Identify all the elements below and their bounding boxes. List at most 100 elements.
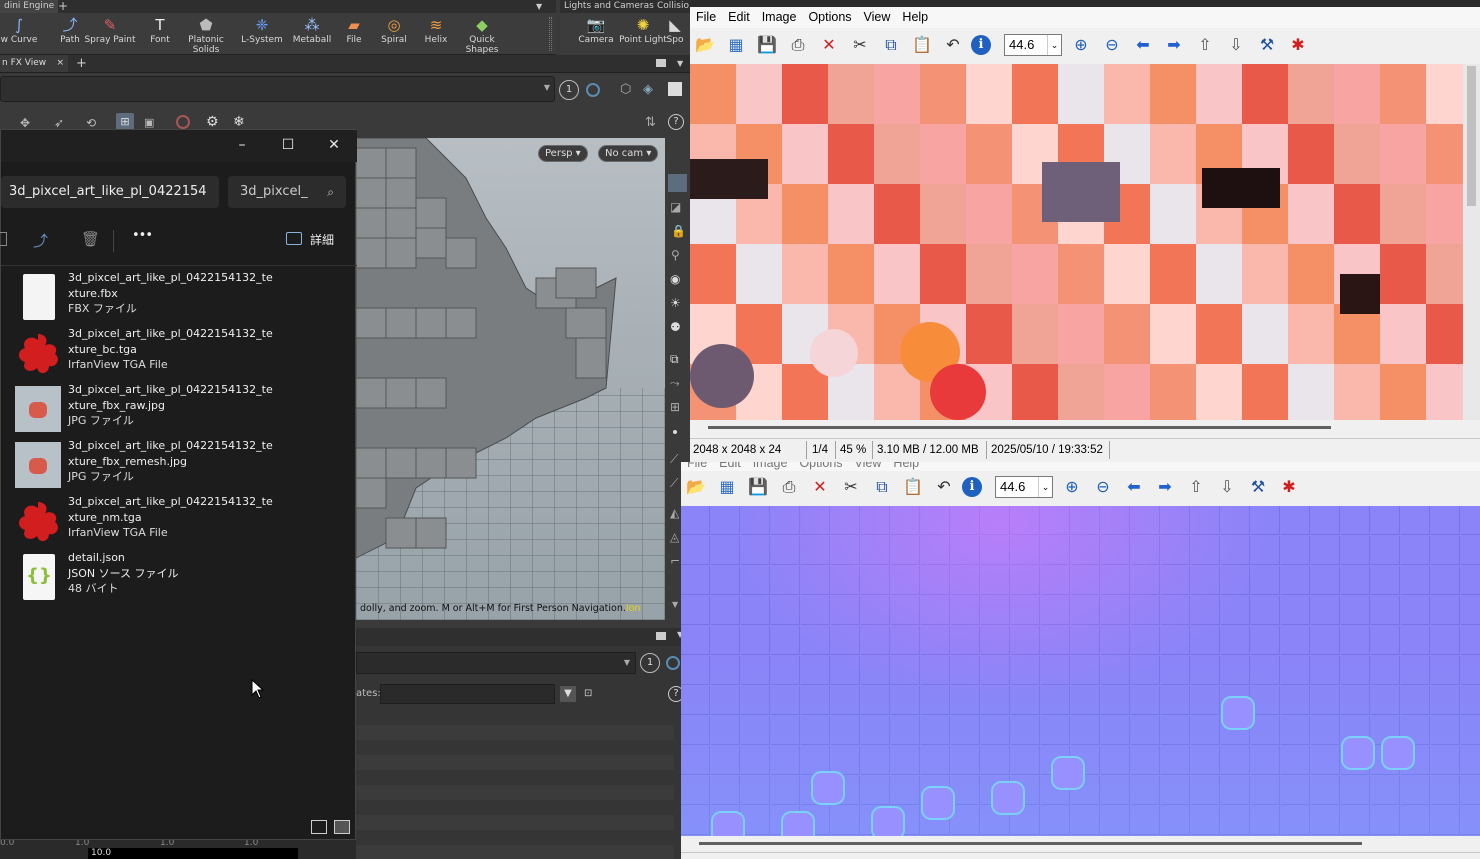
lower-pane-maximize-icon[interactable] — [656, 632, 666, 640]
background-icon[interactable] — [668, 82, 682, 96]
pose-tool-icon[interactable]: ▣ — [144, 116, 154, 129]
camera-side-icon[interactable]: ⚉ — [670, 320, 681, 334]
orient-icon[interactable]: ⤳ — [670, 376, 680, 391]
filter-input[interactable] — [380, 684, 555, 704]
menu-edit[interactable]: Edit — [722, 7, 756, 28]
scroll-down-icon[interactable]: ▼ — [672, 600, 678, 609]
snap-side-icon[interactable]: ⧉ — [670, 352, 679, 367]
snapshot-icon[interactable]: ❄ — [233, 114, 245, 130]
filter-icon[interactable]: ▼ — [560, 686, 576, 702]
list-item[interactable]: 3d_pixcel_art_like_pl_0422154132_te xture… — [11, 494, 351, 550]
tab-fx-view[interactable]: n FX View × — [0, 55, 68, 72]
zoom-in-icon[interactable]: ⊕ — [1059, 475, 1085, 499]
base-color-texture[interactable] — [690, 64, 1463, 420]
prim-icon[interactable]: ◭ — [670, 506, 679, 520]
close-tab-icon[interactable]: × — [56, 55, 64, 72]
search-input[interactable]: 3d_pixcel_ ⌕ — [228, 176, 346, 208]
settings-icon[interactable]: ⚒ — [1254, 33, 1280, 57]
print-icon[interactable]: ⎙ — [785, 33, 811, 57]
point-icon[interactable] — [673, 430, 677, 434]
cut-icon[interactable]: ✂ — [847, 33, 873, 57]
list-item[interactable]: 3d_pixcel_art_like_pl_0422154132_te xture… — [11, 382, 351, 438]
normal-icon[interactable]: ⌐ — [670, 554, 680, 568]
horizontal-scrollbar[interactable] — [690, 420, 1480, 436]
timeline-bar[interactable]: 0.0 1.0 1.0 1.0 10.0 — [0, 838, 356, 859]
paste-icon[interactable]: 📋 — [909, 33, 935, 57]
parameter-list[interactable] — [356, 710, 674, 859]
search-icon[interactable]: ⌕ — [327, 176, 334, 208]
3d-viewport[interactable]: Persp ▾ No cam ▾ dolly, and zoom. M or A… — [356, 138, 665, 620]
menu-view[interactable]: View — [849, 462, 888, 469]
save-icon[interactable]: 💾 — [745, 475, 771, 499]
display-icon[interactable]: ◉ — [670, 272, 680, 286]
first-page-icon[interactable]: ⇧ — [1192, 33, 1218, 57]
shelf-menu-arrow-icon[interactable]: ▼ — [536, 0, 550, 13]
delete-icon[interactable]: ✕ — [816, 33, 842, 57]
lower-path-bar[interactable]: ▼ — [356, 652, 636, 674]
shelf-tab-collisions[interactable]: Collisio — [657, 0, 689, 13]
zoom-select[interactable]: 44.6 ⌄ — [995, 476, 1053, 498]
list-item[interactable]: 3d_pixcel_art_like_pl_0422154132_te xture… — [11, 270, 351, 326]
tile-view-icon[interactable] — [334, 820, 350, 834]
menu-edit[interactable]: Edit — [713, 462, 747, 469]
pane-maximize-icon[interactable] — [656, 59, 666, 67]
viewport-layout-1-icon[interactable]: 1 — [559, 80, 579, 100]
grid-icon[interactable]: ⊞ — [670, 400, 680, 414]
display-list-icon[interactable]: ⇅ — [645, 115, 656, 130]
details-label[interactable]: 詳細 — [310, 231, 334, 248]
path-dropdown-icon[interactable]: ▼ — [544, 83, 550, 92]
menu-help[interactable]: Help — [887, 462, 925, 469]
zoom-in-icon[interactable]: ⊕ — [1068, 33, 1094, 57]
next-icon[interactable]: ➡ — [1161, 33, 1187, 57]
maximize-icon[interactable]: ☐ — [265, 134, 311, 156]
quick-shapes-tool[interactable]: ◆ Quick Shapes — [452, 15, 512, 55]
paste-icon[interactable]: 📋 — [900, 475, 926, 499]
view-tool-icon[interactable] — [668, 174, 687, 192]
normal-map-texture[interactable] — [681, 506, 1480, 836]
cut-icon[interactable]: ✂ — [838, 475, 864, 499]
filter-option-icon[interactable]: ⊡ — [584, 688, 592, 699]
address-bar[interactable]: 3d_pixcel_art_like_pl_0422154 — [1, 176, 219, 208]
shelf-gear-icon[interactable]: ⚙ — [206, 114, 219, 130]
spot-light-tool[interactable]: ◣ Spo — [660, 15, 690, 53]
shelf-tab-houdini-engine[interactable]: dini Engine — [0, 0, 59, 13]
delete-icon[interactable]: 🗑 — [81, 230, 100, 248]
viewport-path-bar[interactable]: ▼ — [0, 76, 555, 102]
details-pane-icon[interactable] — [286, 232, 302, 245]
w-curve-tool[interactable]: ∫ w Curve — [0, 15, 38, 53]
select-tool-icon[interactable]: ✥ — [20, 116, 30, 130]
open-icon[interactable]: 📂 — [683, 475, 709, 499]
light-icon[interactable]: ☀ — [670, 296, 681, 310]
menu-view[interactable]: View — [858, 7, 897, 28]
save-icon[interactable]: 💾 — [754, 33, 780, 57]
snap-icon[interactable] — [586, 83, 600, 97]
platonic-solids-tool[interactable]: ⬟ Platonic Solids — [176, 15, 236, 55]
lower-snap-icon[interactable] — [666, 656, 680, 670]
camera-menu[interactable]: No cam ▾ — [598, 145, 659, 162]
menu-image[interactable]: Image — [747, 462, 794, 469]
vertical-scrollbar[interactable] — [1463, 64, 1480, 420]
add-shelf-tab-icon[interactable]: + — [58, 0, 72, 13]
link-icon[interactable]: ⚲ — [671, 248, 680, 262]
irfanview-logo-icon[interactable]: ✱ — [1276, 475, 1302, 499]
rename-icon[interactable] — [0, 232, 7, 246]
zoom-select[interactable]: 44.6 ⌄ — [1004, 34, 1062, 56]
horizontal-scrollbar-bottom[interactable] — [681, 836, 1480, 852]
copy-icon[interactable]: ⧉ — [878, 33, 904, 57]
pane-menu-arrow-icon[interactable]: ▼ — [677, 55, 683, 72]
first-page-icon[interactable]: ⇧ — [1183, 475, 1209, 499]
menu-file[interactable]: File — [681, 462, 713, 469]
zoom-out-icon[interactable]: ⊖ — [1090, 475, 1116, 499]
copy-icon[interactable]: ⧉ — [869, 475, 895, 499]
add-pane-tab-icon[interactable]: + — [76, 55, 87, 72]
share-icon[interactable]: ⤴ — [33, 230, 48, 251]
minimize-icon[interactable]: – — [219, 134, 265, 156]
undo-icon[interactable]: ↶ — [931, 475, 957, 499]
shelf-tab-lights-cameras[interactable]: Lights and Cameras — [564, 0, 654, 13]
next-icon[interactable]: ➡ — [1152, 475, 1178, 499]
thumbnails-icon[interactable]: ▦ — [723, 33, 749, 57]
persp-menu[interactable]: Persp ▾ — [538, 145, 588, 162]
menu-file[interactable]: File — [690, 7, 722, 28]
prev-icon[interactable]: ⬅ — [1121, 475, 1147, 499]
print-icon[interactable]: ⎙ — [776, 475, 802, 499]
